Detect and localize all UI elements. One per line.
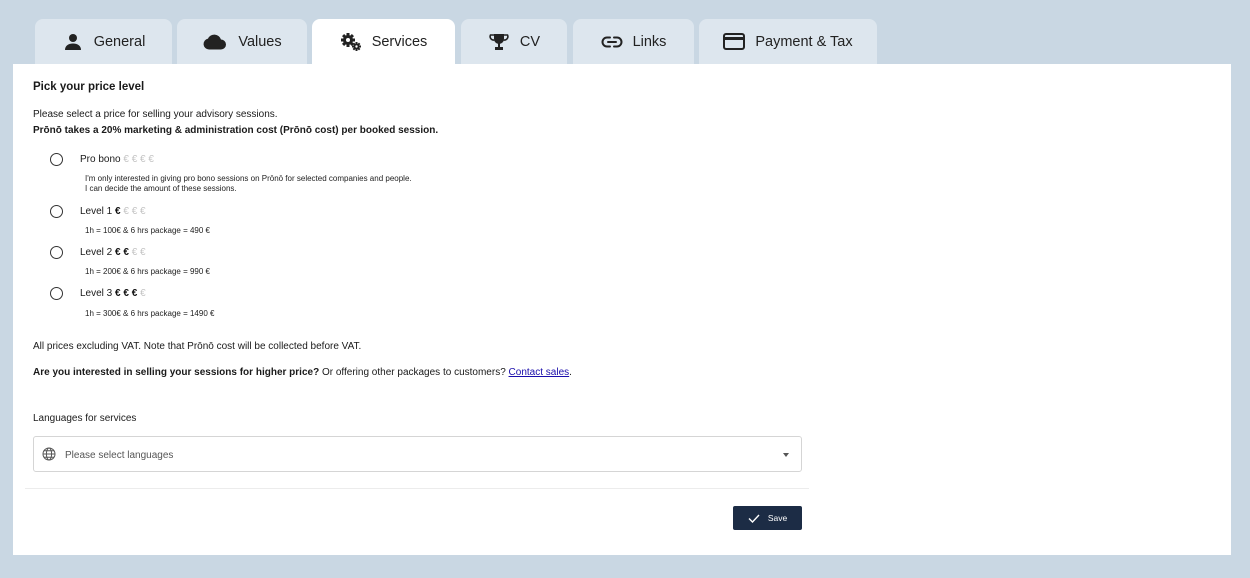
higher-price-text: Or offering other packages to customers? [319,367,509,378]
euro-inactive: € € € [123,206,146,217]
euro-inactive: € € [131,247,146,258]
period: . [569,367,572,378]
option-label: Pro bono [80,154,121,165]
contact-sales-link[interactable]: Contact sales [509,367,570,378]
radio-level-1[interactable] [50,205,63,218]
services-panel: Pick your price level Please select a pr… [13,64,1231,555]
euro-active: € [115,206,121,217]
option-pro-bono[interactable]: Pro bono € € € € [80,154,154,165]
tab-label: General [93,33,146,50]
tab-payment-tax[interactable]: Payment & Tax [699,19,877,64]
option-description: 1h = 200€ & 6 hrs package = 990 € [85,267,210,276]
tab-label: CV [519,33,541,50]
caret-down-icon [783,453,789,457]
tab-label: Values [238,33,282,50]
save-label: Save [767,513,788,523]
intro-text: Please select a price for selling your a… [33,109,278,120]
credit-card-icon [723,32,746,52]
intro-cost-text: Prōnō takes a 20% marketing & administra… [33,125,439,136]
gears-icon [340,32,362,52]
option-description: 1h = 300€ & 6 hrs package = 1490 € [85,309,215,318]
tab-services[interactable]: Services [312,19,455,65]
euro-active: € € € [115,288,138,299]
option-level-2[interactable]: Level 2 € € € € [80,247,146,258]
option-level-3[interactable]: Level 3 € € € € [80,288,146,299]
radio-level-2[interactable] [50,246,63,259]
tab-label: Links [632,33,667,50]
option-label: Level 3 [80,288,113,299]
tab-label: Services [371,34,428,50]
tab-general[interactable]: General [35,19,172,64]
higher-price-question: Are you interested in selling your sessi… [33,367,320,378]
euro-inactive: € € € € [123,154,154,165]
section-title: Pick your price level [33,81,145,93]
languages-label: Languages for services [33,413,137,424]
option-description: I'm only interested in giving pro bono s… [85,174,412,193]
option-description: 1h = 100€ & 6 hrs package = 490 € [85,226,210,235]
languages-placeholder: Please select languages [65,450,174,461]
tab-links[interactable]: Links [573,19,694,64]
euro-inactive: € [140,288,146,299]
euro-active: € € [115,247,129,258]
option-label: Level 1 [80,206,113,217]
cloud-icon [202,32,228,52]
tab-cv[interactable]: CV [461,19,567,64]
higher-price-note: Are you interested in selling your sessi… [33,367,572,378]
person-icon [62,32,84,52]
check-icon [748,514,760,523]
option-label: Level 2 [80,247,113,258]
link-icon [601,32,623,52]
vat-note: All prices excluding VAT. Note that Prōn… [33,341,362,352]
globe-icon [42,447,56,466]
divider [25,488,809,489]
radio-pro-bono[interactable] [50,153,63,166]
tab-values[interactable]: Values [177,19,307,64]
trophy-icon [488,32,510,52]
radio-level-3[interactable] [50,287,63,300]
option-level-1[interactable]: Level 1 € € € € [80,206,146,217]
languages-select[interactable]: Please select languages [33,436,802,472]
save-button[interactable]: Save [733,506,802,530]
tab-label: Payment & Tax [755,33,853,50]
